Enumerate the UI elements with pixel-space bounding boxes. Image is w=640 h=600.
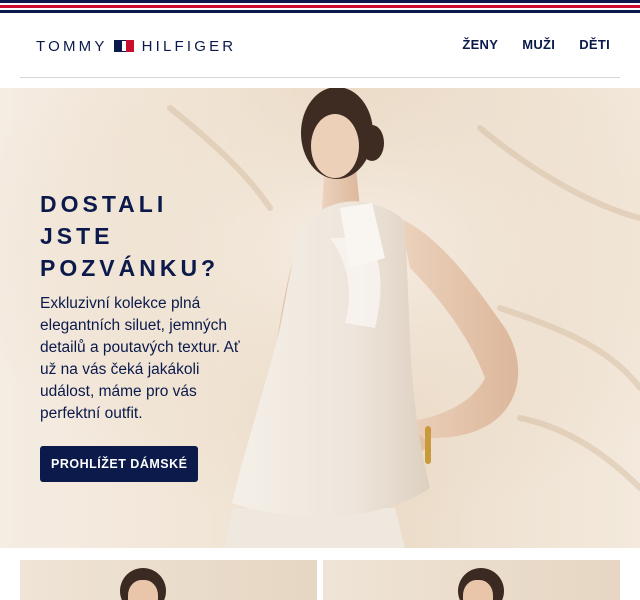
hero-description: Exkluzivní kolekce plná elegantních silu… <box>40 295 240 422</box>
logo-word-left: TOMMY <box>36 37 108 55</box>
shop-women-button[interactable]: PROHLÍŽET DÁMSKÉ <box>40 446 199 482</box>
hero-title: DOSTALI JSTE POZVÁNKU? <box>40 188 219 284</box>
brand-stripes <box>0 0 640 14</box>
logo-word-right: HILFIGER <box>141 37 237 55</box>
hero-title-line: JSTE <box>40 223 114 249</box>
hero-banner[interactable]: DOSTALI JSTE POZVÁNKU? Exkluzivní kolekc… <box>0 88 640 548</box>
nav-item-kids[interactable]: DĚTI <box>579 37 610 52</box>
header: TOMMY HILFIGER ŽENY MUŽI DĚTI <box>20 14 620 78</box>
nav-item-men[interactable]: MUŽI <box>522 37 555 52</box>
hero-title-line: DOSTALI <box>40 191 168 217</box>
product-tiles <box>20 560 620 600</box>
model-photo-left[interactable] <box>20 560 317 600</box>
nav-item-women[interactable]: ŽENY <box>462 37 498 52</box>
model-photo-right[interactable] <box>323 560 620 600</box>
tommy-flag-icon <box>113 40 134 52</box>
brand-logo[interactable]: TOMMY HILFIGER <box>36 36 236 56</box>
main-nav: ŽENY MUŽI DĚTI <box>462 37 610 52</box>
hero-title-line: POZVÁNKU? <box>40 255 220 281</box>
